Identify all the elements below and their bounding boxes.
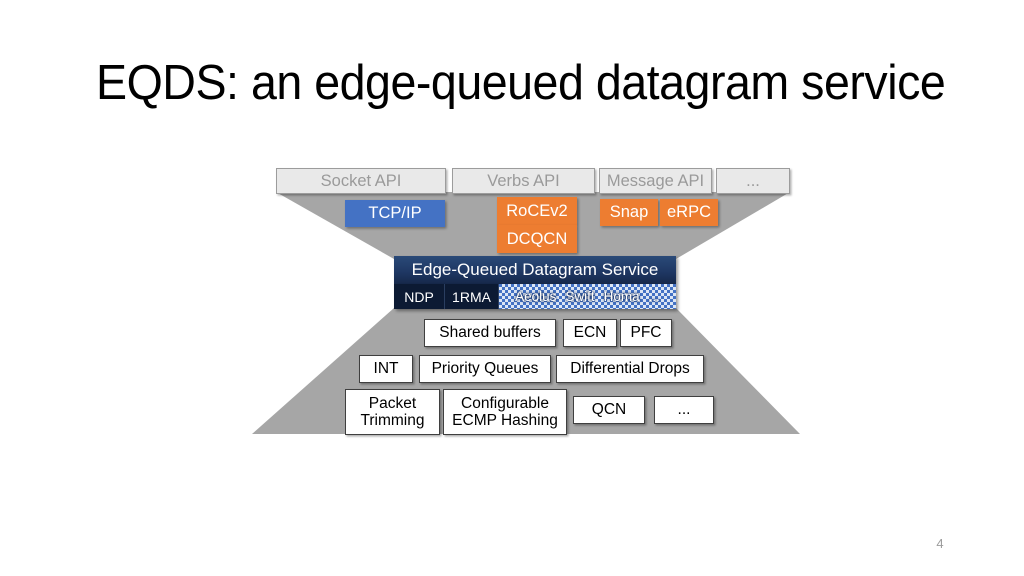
protocol-box-dcqcn[interactable]: DCQCN [497, 225, 577, 253]
feature-box-qcn-label: QCN [591, 401, 627, 419]
protocol-box-rocev2-label: RoCEv2 [506, 201, 568, 220]
feature-box-priority-queues[interactable]: Priority Queues [419, 355, 551, 383]
eqds-architecture-diagram: Socket API Verbs API Message API ... TCP… [0, 0, 1024, 576]
eqds-sub-patterned-group: Aeolus Swift Homa ... [499, 284, 676, 309]
api-box-message-label: Message API [606, 171, 705, 190]
api-box-message[interactable]: Message API [599, 168, 712, 194]
page-number: 4 [936, 536, 944, 551]
protocol-box-erpc-label: eRPC [666, 203, 711, 222]
feature-box-packet-trimming-label: Packet Trimming [360, 394, 425, 429]
feature-box-ecn-label: ECN [573, 324, 607, 342]
feature-box-ecn[interactable]: ECN [563, 319, 617, 347]
feature-box-pfc-label: PFC [630, 324, 662, 342]
feature-box-int-label: INT [373, 360, 399, 378]
protocol-box-snap[interactable]: Snap [600, 199, 658, 226]
feature-box-pfc[interactable]: PFC [620, 319, 672, 347]
eqds-title-band: Edge-Queued Datagram Service [394, 256, 676, 284]
eqds-sub-ndp-label: NDP [404, 288, 434, 305]
eqds-sub-1rma-label: 1RMA [452, 288, 491, 305]
eqds-sub-ndp[interactable]: NDP [394, 284, 445, 309]
feature-box-priority-queues-label: Priority Queues [431, 360, 539, 378]
api-box-verbs[interactable]: Verbs API [452, 168, 595, 194]
eqds-sub-homa-label: Homa [603, 289, 640, 304]
api-box-more-label: ... [746, 171, 760, 190]
eqds-sub-aeolus-label: Aeolus [515, 289, 557, 304]
eqds-sub-swift-label: Swift [565, 289, 595, 304]
feature-box-shared-buffers-label: Shared buffers [439, 324, 541, 342]
feature-box-configurable-ecmp-hashing[interactable]: Configurable ECMP Hashing [443, 389, 567, 435]
feature-box-differential-drops[interactable]: Differential Drops [556, 355, 704, 383]
eqds-title-label: Edge-Queued Datagram Service [411, 260, 659, 279]
api-box-socket-label: Socket API [320, 171, 402, 190]
feature-box-qcn[interactable]: QCN [573, 396, 645, 424]
feature-box-shared-buffers[interactable]: Shared buffers [424, 319, 556, 347]
protocol-box-dcqcn-label: DCQCN [506, 229, 568, 248]
feature-box-configurable-ecmp-hashing-label: Configurable ECMP Hashing [452, 394, 558, 429]
api-box-verbs-label: Verbs API [487, 171, 560, 190]
protocol-box-tcpip[interactable]: TCP/IP [345, 200, 445, 227]
feature-box-differential-drops-label: Differential Drops [570, 360, 690, 378]
feature-box-int[interactable]: INT [359, 355, 413, 383]
feature-box-more-label: ... [677, 401, 691, 419]
eqds-protocol-subrow: NDP 1RMA Aeolus Swift Homa ... [394, 284, 676, 309]
protocol-box-snap-label: Snap [609, 203, 649, 222]
api-box-more[interactable]: ... [716, 168, 790, 194]
api-box-socket[interactable]: Socket API [276, 168, 446, 194]
eqds-sub-more-label: ... [648, 289, 660, 304]
protocol-box-erpc[interactable]: eRPC [660, 199, 718, 226]
feature-box-more[interactable]: ... [654, 396, 714, 424]
feature-box-packet-trimming[interactable]: Packet Trimming [345, 389, 440, 435]
eqds-sub-1rma[interactable]: 1RMA [445, 284, 499, 309]
protocol-box-rocev2[interactable]: RoCEv2 [497, 197, 577, 225]
protocol-box-tcpip-label: TCP/IP [368, 204, 422, 223]
